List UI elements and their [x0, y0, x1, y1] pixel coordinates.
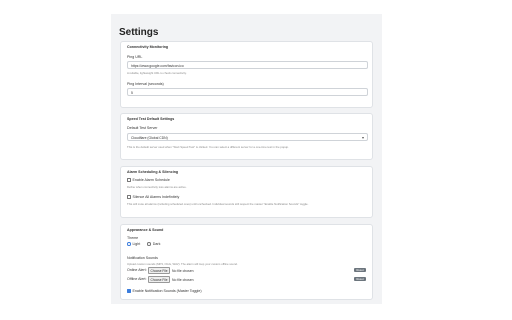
theme-dark-radio[interactable] [147, 242, 151, 246]
online-file-input[interactable]: Choose File No file chosen [148, 267, 194, 274]
ping-interval-value: 5 [131, 90, 133, 95]
theme-label: Theme [127, 236, 139, 240]
theme-options: Light Dark [127, 242, 160, 246]
server-help: This is the default server used when "St… [127, 145, 289, 149]
online-reset-button[interactable]: Reset [354, 268, 366, 272]
enable-sounds-checkbox[interactable] [127, 289, 131, 293]
speedtest-card: Speed Test Default Settings Default Test… [120, 113, 373, 160]
offline-reset-button[interactable]: Reset [354, 277, 366, 281]
silence-row[interactable]: Silence All Alarms Indefinitely [127, 195, 179, 199]
theme-dark-label: Dark [152, 242, 161, 246]
online-no-file: No file chosen [172, 268, 194, 273]
enable-sounds-label: Enable Notification Sounds (Master Toggl… [132, 289, 202, 293]
alarm-heading: Alarm Scheduling & Silencing [127, 170, 179, 174]
offline-choose-file-button[interactable]: Choose File [148, 276, 171, 283]
ping-interval-input[interactable]: 5 [127, 88, 368, 96]
theme-light-label: Light [132, 242, 141, 246]
server-label: Default Test Server [127, 126, 158, 130]
connectivity-heading: Connectivity Monitoring [127, 45, 169, 49]
silence-checkbox[interactable] [127, 195, 131, 199]
ping-url-label: Ping URL [127, 55, 143, 59]
enable-schedule-checkbox[interactable] [127, 178, 131, 182]
ping-url-input[interactable]: https://www.google.com/favicon.ico [127, 61, 368, 69]
ping-url-value: https://www.google.com/favicon.ico [131, 63, 184, 68]
chevron-down-icon: ▾ [361, 135, 364, 140]
speedtest-heading: Speed Test Default Settings [127, 117, 175, 121]
enable-schedule-label: Enable Alarm Schedule [132, 178, 170, 182]
enable-sounds-row[interactable]: Enable Notification Sounds (Master Toggl… [127, 289, 202, 293]
appearance-card: Appearance & Sound Theme Light Dark Noti… [120, 224, 373, 300]
sounds-label: Notification Sounds [127, 256, 158, 260]
appearance-heading: Appearance & Sound [127, 228, 164, 232]
offline-no-file: No file chosen [172, 277, 194, 282]
page-title: Settings [119, 27, 159, 38]
settings-page: Settings Connectivity Monitoring Ping UR… [111, 14, 382, 304]
server-select[interactable]: Cloudflare (Global CDN) ▾ [127, 133, 368, 141]
offline-file-input[interactable]: Choose File No file chosen [148, 276, 194, 283]
silence-help: This will mute all alarms (including sch… [127, 202, 309, 206]
offline-alert-label: Offline Alert: [127, 277, 147, 281]
theme-light-radio[interactable] [127, 242, 131, 246]
alarm-card: Alarm Scheduling & Silencing Enable Alar… [120, 166, 373, 218]
silence-label: Silence All Alarms Indefinitely [132, 195, 180, 199]
connectivity-card: Connectivity Monitoring Ping URL https:/… [120, 41, 373, 108]
enable-schedule-row[interactable]: Enable Alarm Schedule [127, 178, 170, 182]
online-alert-label: Online Alert: [127, 268, 147, 272]
sounds-help: Upload custom sounds (MP3, OGG, WAV). Th… [127, 262, 238, 266]
ping-interval-label: Ping Interval (seconds) [127, 82, 164, 86]
server-value: Cloudflare (Global CDN) [131, 135, 168, 140]
enable-schedule-help: Define when connectivity loss alarms are… [127, 185, 187, 189]
ping-url-help: A reliable, lightweight URL to check con… [127, 71, 187, 75]
online-choose-file-button[interactable]: Choose File [148, 267, 171, 274]
